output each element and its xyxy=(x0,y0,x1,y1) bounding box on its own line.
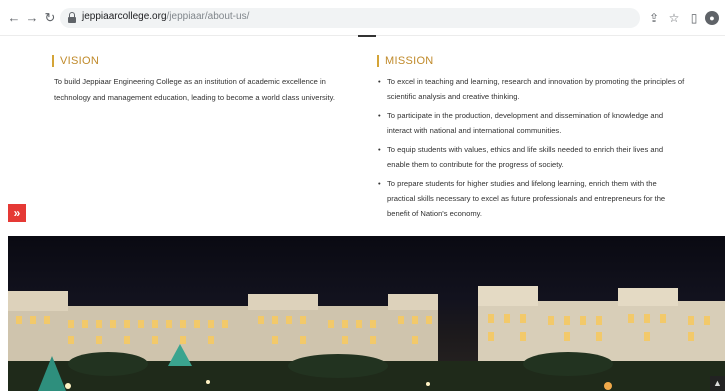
url-path: /jeppiaar/about-us/ xyxy=(166,11,250,22)
mission-heading: MISSION xyxy=(377,55,434,67)
reload-icon[interactable]: ↻ xyxy=(42,9,58,27)
campus-night-photo xyxy=(8,236,725,391)
back-arrow-icon[interactable]: ← xyxy=(6,9,22,27)
scroll-to-top-button[interactable]: ▲ xyxy=(710,376,725,391)
star-icon[interactable]: ☆ xyxy=(666,9,682,27)
url-host: jeppiaarcollege.org xyxy=(82,11,167,22)
lock-icon[interactable] xyxy=(68,12,76,23)
share-icon[interactable]: ⇪ xyxy=(646,9,662,27)
side-menu-toggle-button[interactable]: » xyxy=(8,204,26,222)
mission-item: To participate in the production, develo… xyxy=(377,108,687,138)
address-bar[interactable]: jeppiaarcollege.org/jeppiaar/about-us/ xyxy=(60,8,640,28)
profile-icon[interactable]: ● xyxy=(705,11,719,25)
mission-list: To excel in teaching and learning, resea… xyxy=(377,74,687,225)
vision-heading: VISION xyxy=(52,55,99,67)
mission-item: To excel in teaching and learning, resea… xyxy=(377,74,687,104)
vision-text: To build Jeppiaar Engineering College as… xyxy=(54,77,335,102)
section-divider xyxy=(358,35,376,37)
mission-item: To prepare students for higher studies a… xyxy=(377,176,687,221)
forward-arrow-icon[interactable]: → xyxy=(24,9,40,27)
mission-item: To equip students with values, ethics an… xyxy=(377,142,687,172)
url-text[interactable]: jeppiaarcollege.org/jeppiaar/about-us/ xyxy=(82,11,249,22)
side-panel-icon[interactable]: ▯ xyxy=(686,9,702,27)
browser-toolbar: ← → ↻ jeppiaarcollege.org/jeppiaar/about… xyxy=(0,0,725,36)
